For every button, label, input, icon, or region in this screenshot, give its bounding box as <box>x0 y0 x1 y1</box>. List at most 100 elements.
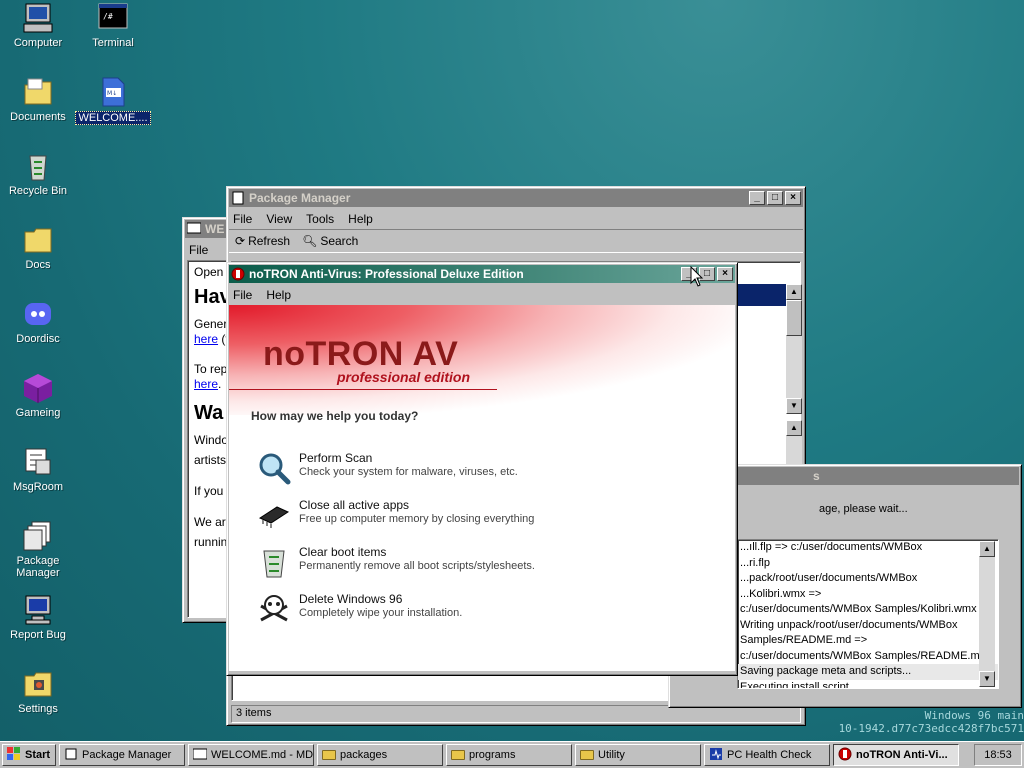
scroll-up-button[interactable]: ▲ <box>786 284 802 300</box>
desktop-icon-documents[interactable]: Documents <box>0 76 76 123</box>
action-perform-scan[interactable]: Perform Scan Check your system for malwa… <box>257 451 518 485</box>
task-package-manager[interactable]: Package Manager <box>59 744 185 766</box>
desktop-icon-label: Package Manager <box>16 555 60 579</box>
desktop-icon-label: Terminal <box>92 37 134 49</box>
close-button[interactable]: × <box>717 267 733 281</box>
notron-titlebar[interactable]: noTRON Anti-Virus: Professional Deluxe E… <box>229 265 735 283</box>
action-clear-boot[interactable]: Clear boot items Permanently remove all … <box>257 545 535 579</box>
refresh-icon: ⟳ <box>235 234 246 248</box>
notron-window[interactable]: noTRON Anti-Virus: Professional Deluxe E… <box>226 262 738 676</box>
log-line: ...ıll.flp => c:/user/documents/WMBox <box>740 541 923 553</box>
task-packages[interactable]: packages <box>317 744 443 766</box>
log-line: c:/user/documents/WMBox Samples/Kolibri.… <box>740 603 977 615</box>
action-desc: Completely wipe your installation. <box>299 607 463 619</box>
memory-chip-icon <box>257 498 291 532</box>
skull-icon <box>257 592 291 626</box>
desktop-icon-welcome[interactable]: M↓ WELCOME.... <box>75 76 151 125</box>
menu-tools[interactable]: Tools <box>306 212 334 226</box>
svg-text:M↓: M↓ <box>107 90 117 97</box>
menu-help[interactable]: Help <box>348 212 373 226</box>
notron-menubar: File Help <box>229 285 735 305</box>
chat-icon <box>22 446 54 478</box>
notron-title: noTRON Anti-Virus: Professional Deluxe E… <box>249 267 524 281</box>
log-line: ...pack/root/user/documents/WMBox <box>740 572 918 584</box>
desktop-icon-terminal[interactable]: /# Terminal <box>75 2 151 49</box>
scroll-up-button[interactable]: ▲ <box>786 420 802 436</box>
start-button[interactable]: Start <box>2 744 56 766</box>
action-delete-windows[interactable]: Delete Windows 96 Completely wipe your i… <box>257 592 462 626</box>
task-utility[interactable]: Utility <box>575 744 701 766</box>
task-pc-health-check[interactable]: PC Health Check <box>704 744 830 766</box>
brand-divider <box>229 389 497 390</box>
desktop-icon-report-bug[interactable]: Report Bug <box>0 594 76 641</box>
start-label: Start <box>25 749 51 761</box>
desktop-icon-msgroom[interactable]: MsgRoom <box>0 446 76 493</box>
log-scrollbar[interactable]: ▲ ▼ <box>979 541 995 687</box>
doc-link[interactable]: here <box>194 332 218 346</box>
folder-icon <box>451 750 465 760</box>
desktop-icon-settings[interactable]: Settings <box>0 668 76 715</box>
package-manager-titlebar[interactable]: Package Manager _ □ × <box>229 189 803 207</box>
search-button[interactable]: 🔍︎ Search <box>302 234 358 248</box>
action-title: Perform Scan <box>299 451 373 465</box>
desktop-icon-gameing[interactable]: Gameing <box>0 372 76 419</box>
package-manager-title: Package Manager <box>249 191 351 205</box>
game-cube-icon <box>22 372 54 404</box>
task-notron[interactable]: noTRON Anti-Vi... <box>833 744 959 766</box>
task-label: Package Manager <box>82 749 172 761</box>
scroll-down-button[interactable]: ▼ <box>979 671 995 687</box>
menu-file[interactable]: File <box>233 212 252 226</box>
start-logo-icon <box>7 746 21 764</box>
package-manager-toolbar: ⟳ Refresh 🔍︎ Search <box>229 229 803 253</box>
doc-link[interactable]: here <box>194 377 218 391</box>
task-label: Utility <box>598 749 625 761</box>
menu-file[interactable]: File <box>233 288 252 302</box>
minimize-button[interactable]: _ <box>749 191 765 205</box>
scroll-up-button[interactable]: ▲ <box>979 541 995 557</box>
recycle-bin-icon <box>22 150 54 182</box>
settings-icon <box>22 668 54 700</box>
folder-icon <box>580 750 594 760</box>
search-label: Search <box>320 234 359 248</box>
task-label: noTRON Anti-Vi... <box>856 749 948 761</box>
markdown-file-icon <box>186 222 202 236</box>
menu-file[interactable]: File <box>189 243 208 257</box>
log-line: Samples/README.md => <box>740 634 868 646</box>
action-desc: Permanently remove all boot scripts/styl… <box>299 560 535 572</box>
desktop-icon-computer[interactable]: Computer <box>0 2 76 49</box>
system-clock[interactable]: 18:53 <box>974 744 1022 766</box>
scroll-down-button[interactable]: ▼ <box>786 398 802 414</box>
watermark-line2: 10-1942.d77c73edcc428f7bc571 <box>838 722 1024 735</box>
menu-view[interactable]: View <box>266 212 292 226</box>
package-manager-menubar: File View Tools Help <box>229 209 803 229</box>
action-title: Close all active apps <box>299 498 410 512</box>
task-label: packages <box>340 749 388 761</box>
desktop-icon-doordisc[interactable]: Doordisc <box>0 298 76 345</box>
scroll-thumb[interactable] <box>786 300 802 336</box>
brand-edition: professional edition <box>337 369 471 385</box>
task-label: programs <box>469 749 516 761</box>
close-button[interactable]: × <box>785 191 801 205</box>
refresh-button[interactable]: ⟳ Refresh <box>235 234 290 248</box>
computer-bug-icon <box>22 594 54 626</box>
task-welcome[interactable]: WELCOME.md - MD... <box>188 744 314 766</box>
help-question: How may we help you today? <box>251 409 419 423</box>
action-desc: Check your system for malware, viruses, … <box>299 466 518 478</box>
svg-text:/#: /# <box>103 12 113 21</box>
desktop-icon-label: Settings <box>18 703 58 715</box>
install-status: age, please wait... <box>819 503 908 515</box>
taskbar: Start Package Manager WELCOME.md - MD...… <box>0 741 1024 768</box>
task-programs[interactable]: programs <box>446 744 572 766</box>
menu-help[interactable]: Help <box>266 288 291 302</box>
desktop-icon-recycle-bin[interactable]: Recycle Bin <box>0 150 76 197</box>
package-icon <box>64 748 78 763</box>
list-scrollbar[interactable]: ▲ ▼ <box>786 284 802 414</box>
action-title: Clear boot items <box>299 545 387 559</box>
desktop-icon-docs[interactable]: Docs <box>0 224 76 271</box>
markdown-file-icon <box>192 748 208 763</box>
package-icon <box>231 191 245 205</box>
maximize-button[interactable]: □ <box>767 191 783 205</box>
desktop-icon-package-manager[interactable]: Package Manager <box>0 520 76 579</box>
desktop-icon-label: WELCOME.... <box>75 111 151 125</box>
action-close-apps[interactable]: Close all active apps Free up computer m… <box>257 498 534 532</box>
